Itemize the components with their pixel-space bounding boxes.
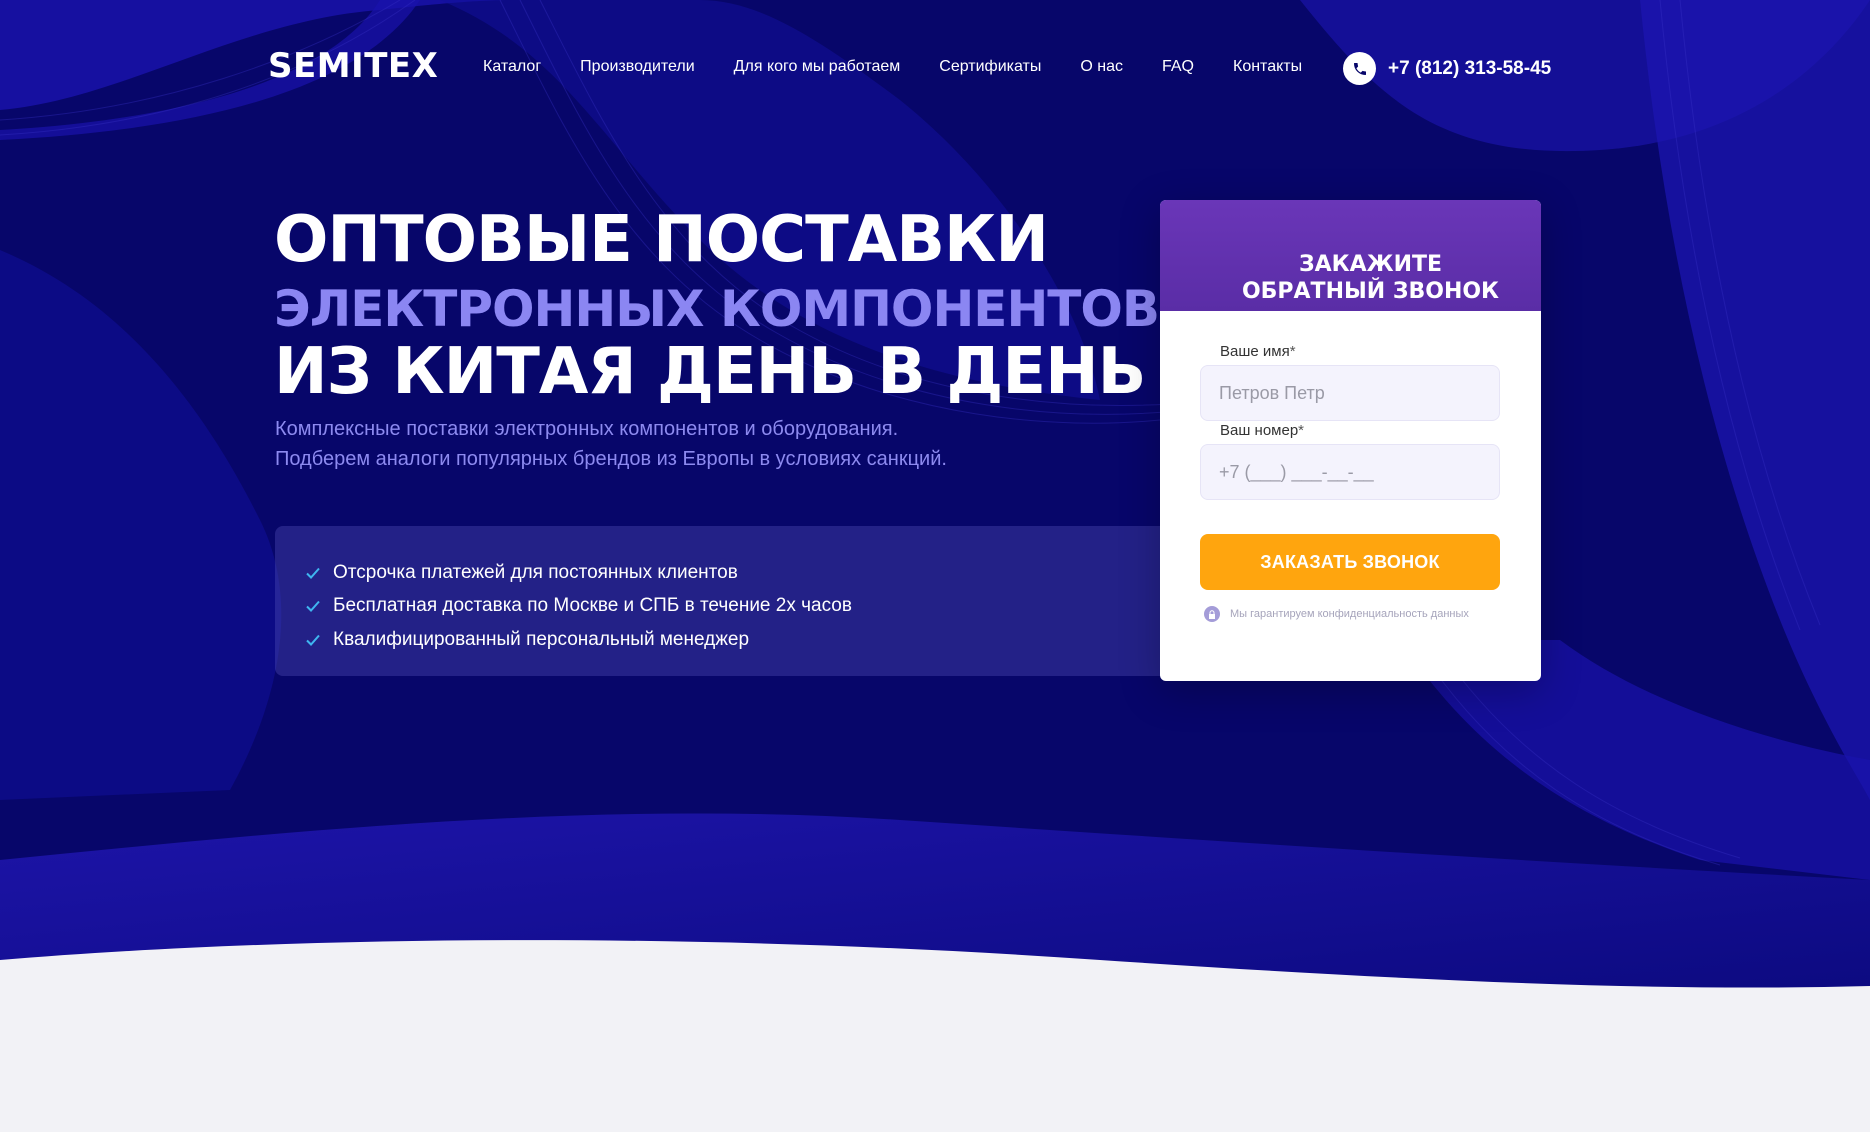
headline-line-3: ИЗ КИТАЯ ДЕНЬ В ДЕНЬ	[274, 335, 1146, 409]
feature-item: Квалифицированный персональный менеджер	[305, 623, 1225, 657]
check-icon	[306, 567, 320, 579]
form-title-line-1: ЗАКАЖИТЕ	[1298, 252, 1443, 277]
headline-line-2: ЭЛЕКТРОННЫХ КОМПОНЕНТОВ	[274, 280, 1160, 338]
required-mark: *	[1298, 422, 1305, 439]
phone-icon	[1343, 52, 1376, 85]
bottom-wave	[0, 940, 1870, 1132]
subtitle-line-2: Подберем аналоги популярных брендов из Е…	[275, 448, 947, 470]
phone-label-text: Ваш номер	[1220, 422, 1299, 439]
form-title-line-2: ОБРАТНЫЙ ЗВОНОК	[1241, 279, 1500, 304]
main-nav: Каталог Производители Для кого мы работа…	[483, 58, 1341, 76]
feature-item: Отсрочка платежей для постоянных клиенто…	[305, 556, 1225, 590]
hero-section: SEMITEX Каталог Производители Для кого м…	[0, 0, 1870, 1000]
features-panel: Отсрочка платежей для постоянных клиенто…	[275, 526, 1225, 676]
privacy-text: Мы гарантируем конфиденциальность данных	[1230, 608, 1469, 620]
subtitle-line-1: Комплексные поставки электронных компоне…	[275, 418, 899, 440]
privacy-note: Мы гарантируем конфиденциальность данных	[1204, 606, 1469, 622]
nav-about[interactable]: О нас	[1080, 58, 1123, 76]
order-call-button[interactable]: ЗАКАЗАТЬ ЗВОНОК	[1200, 534, 1500, 590]
check-icon	[306, 634, 320, 646]
nav-clients[interactable]: Для кого мы работаем	[734, 58, 901, 76]
phone-label: Ваш номер*	[1220, 422, 1304, 439]
header-phone[interactable]: +7 (812) 313-58-45	[1343, 52, 1551, 85]
nav-faq[interactable]: FAQ	[1162, 58, 1194, 76]
nav-certificates[interactable]: Сертификаты	[939, 58, 1041, 76]
lock-icon	[1204, 606, 1220, 622]
callback-form: ЗАКАЖИТЕ ОБРАТНЫЙ ЗВОНОК Ваше имя* Ваш н…	[1160, 200, 1541, 681]
hero-subtitle: Комплексные поставки электронных компоне…	[275, 414, 947, 474]
nav-catalog[interactable]: Каталог	[483, 58, 541, 76]
phone-input[interactable]	[1200, 444, 1500, 500]
feature-item: Бесплатная доставка по Москве и СПБ в те…	[305, 590, 1225, 624]
check-icon	[306, 601, 320, 613]
feature-text: Квалифицированный персональный менеджер	[333, 628, 750, 650]
form-title: ЗАКАЖИТЕ ОБРАТНЫЙ ЗВОНОК	[1242, 251, 1499, 305]
name-label: Ваше имя*	[1220, 343, 1296, 360]
name-input[interactable]	[1200, 365, 1500, 421]
form-header: ЗАКАЖИТЕ ОБРАТНЫЙ ЗВОНОК	[1160, 200, 1541, 311]
hero-background	[0, 0, 1870, 1000]
phone-number[interactable]: +7 (812) 313-58-45	[1388, 58, 1551, 80]
required-mark: *	[1289, 343, 1296, 360]
nav-manufacturers[interactable]: Производители	[580, 58, 695, 76]
headline-line-1: ОПТОВЫЕ ПОСТАВКИ	[274, 203, 1049, 277]
feature-text: Бесплатная доставка по Москве и СПБ в те…	[333, 595, 852, 617]
nav-contacts[interactable]: Контакты	[1233, 58, 1302, 76]
name-label-text: Ваше имя	[1220, 343, 1290, 360]
feature-text: Отсрочка платежей для постоянных клиенто…	[333, 561, 738, 583]
logo[interactable]: SEMITEX	[268, 46, 438, 86]
